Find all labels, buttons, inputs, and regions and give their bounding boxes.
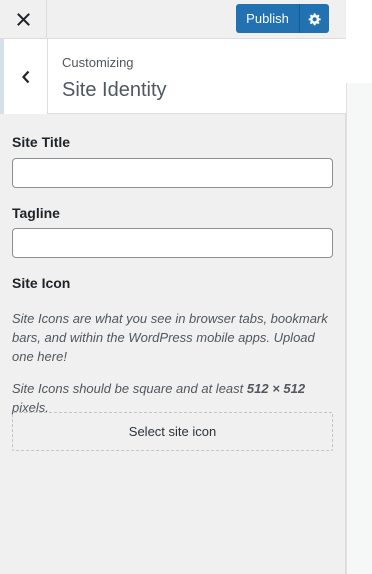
customizer-header: Publish <box>0 0 346 39</box>
section-header: Customizing Site Identity <box>0 39 346 114</box>
customizer-sidebar: Publish Customizing Site Identity Site T… <box>0 0 346 574</box>
site-icon-label: Site Icon <box>12 275 71 291</box>
close-icon <box>16 13 30 26</box>
publish-group: Publish <box>236 4 329 33</box>
back-button[interactable] <box>0 39 48 114</box>
site-title-input[interactable] <box>12 158 333 188</box>
preview-pane <box>346 83 372 574</box>
size-note-prefix: Site Icons should be square and at least <box>12 381 247 396</box>
page-title: Site Identity <box>62 79 167 101</box>
site-title-label: Site Title <box>12 134 71 150</box>
publish-button[interactable]: Publish <box>236 4 299 33</box>
size-note-dimensions: 512 × 512 <box>246 381 306 396</box>
chevron-left-icon <box>21 70 29 83</box>
tagline-label: Tagline <box>12 205 60 221</box>
breadcrumb: Customizing <box>62 55 134 70</box>
publish-settings-button[interactable] <box>299 4 329 33</box>
select-site-icon-button[interactable]: Select site icon <box>12 412 333 451</box>
close-customizer-button[interactable] <box>0 0 47 39</box>
gear-icon <box>308 12 321 25</box>
site-icon-description: Site Icons are what you see in browser t… <box>12 311 328 364</box>
tagline-input[interactable] <box>12 228 333 258</box>
